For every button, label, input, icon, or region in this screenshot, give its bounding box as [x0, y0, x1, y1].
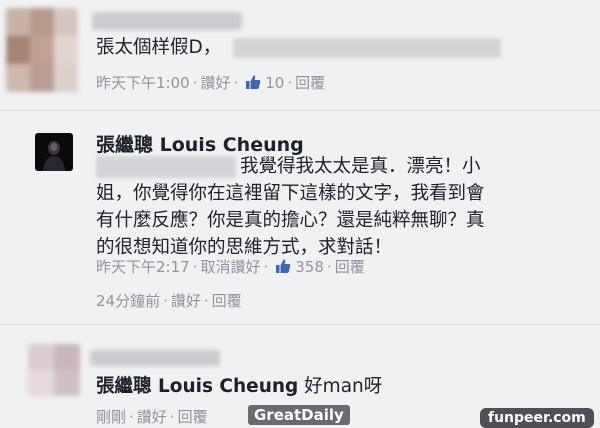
- comment-1-like-link[interactable]: 讚好: [200, 74, 230, 92]
- comment-2-text: 好man呀: [304, 376, 383, 397]
- footer-like-link[interactable]: 讚好: [171, 292, 201, 310]
- commenter-2-avatar[interactable]: [28, 344, 80, 396]
- separator: [0, 110, 600, 111]
- funpeer-watermark: funpeer.com: [480, 408, 594, 428]
- mention-louis-cheung[interactable]: 張繼聰 Louis Cheung: [96, 376, 298, 397]
- reply-text-line-1: 我覺得我太太是真．漂亮！小: [240, 156, 481, 177]
- thumbs-up-icon: [245, 74, 261, 94]
- reply-text-line-2: 姐，你覺得你在這裡留下這樣的文字，我看到會: [96, 183, 485, 204]
- greatdaily-watermark: GreatDaily: [248, 405, 350, 425]
- comment-1-timestamp[interactable]: 昨天下午1:00: [96, 74, 190, 92]
- comment-1-redacted-text: [233, 38, 502, 58]
- thumbs-up-icon: [275, 258, 291, 278]
- reply-text-line-3: 有什麼反應？你是真的擔心？還是純粹無聊？真: [96, 210, 485, 231]
- comment-2-like-link[interactable]: 讚好: [137, 408, 167, 426]
- commenter-1-avatar[interactable]: [6, 8, 78, 92]
- footer-timestamp[interactable]: 24分鐘前: [96, 292, 160, 310]
- reply-timestamp[interactable]: 昨天下午2:17: [96, 258, 190, 276]
- comment-2-reply-link[interactable]: 回覆: [178, 408, 208, 426]
- commenter-2-name-redacted[interactable]: [90, 350, 220, 366]
- reply-like-count[interactable]: 358: [295, 258, 324, 276]
- footer-reply-link[interactable]: 回覆: [212, 292, 242, 310]
- reply-unlike-link[interactable]: 取消讚好: [200, 258, 260, 276]
- separator: [0, 324, 600, 325]
- thread-footer: 24分鐘前 · 讚好 · 回覆: [96, 292, 242, 310]
- commenter-1-name-redacted[interactable]: [92, 12, 242, 30]
- comment-1-reply-link[interactable]: 回覆: [295, 74, 325, 92]
- reply-mention-redacted[interactable]: [96, 156, 236, 178]
- comment-1-like-count[interactable]: 10: [265, 74, 284, 92]
- comment-2-timestamp[interactable]: 剛剛: [96, 408, 126, 426]
- comment-1-text: 張太個样假D，: [96, 37, 222, 58]
- louis-cheung-avatar[interactable]: [35, 133, 73, 171]
- reply-reply-link[interactable]: 回覆: [335, 258, 365, 276]
